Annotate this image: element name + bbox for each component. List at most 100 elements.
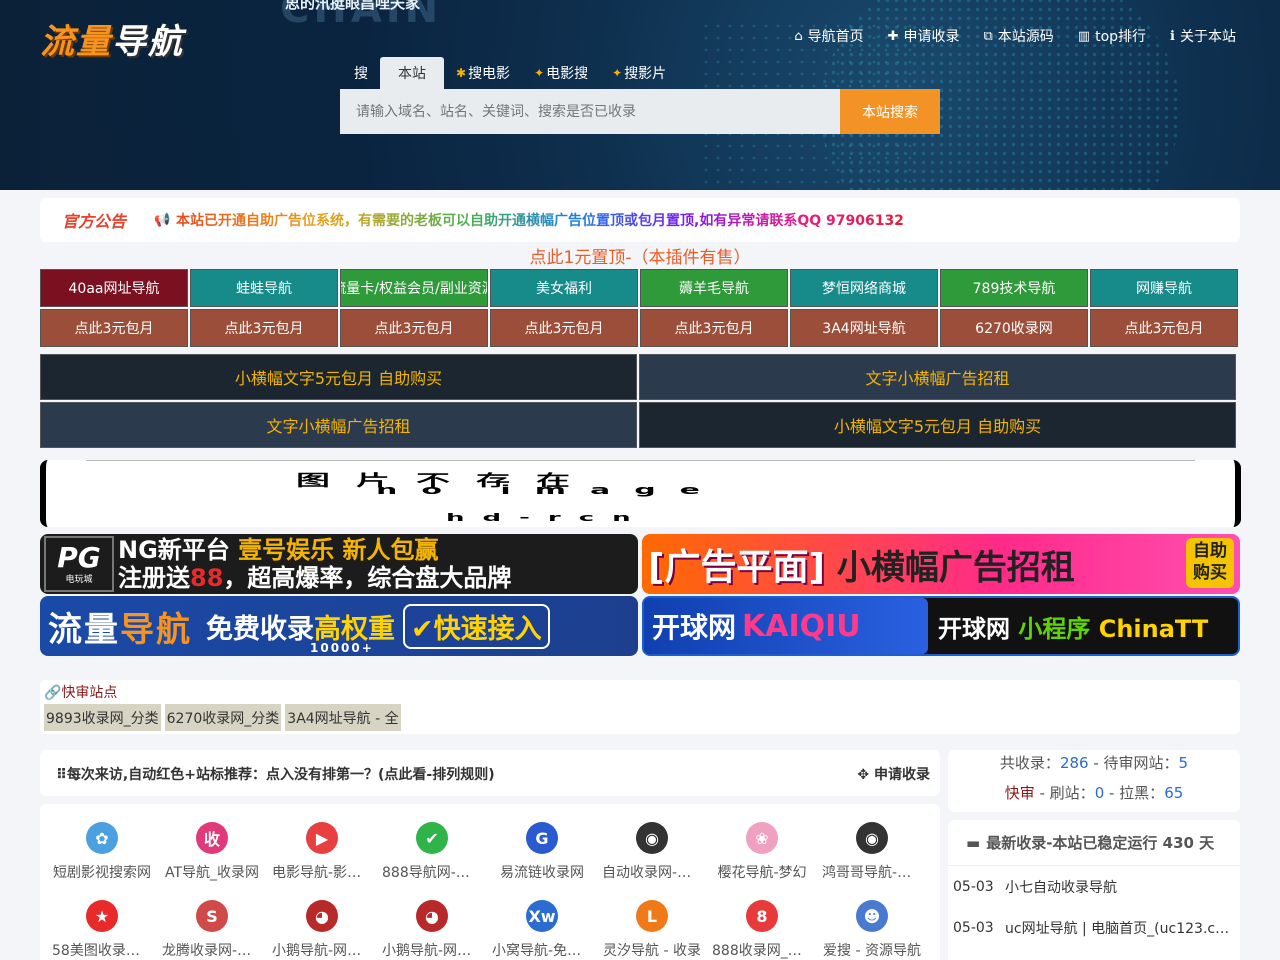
kaiqiu-text: 开球网 小程序 ChinaTT	[938, 609, 1208, 644]
pg-logo-text: PG	[57, 540, 101, 574]
site-item[interactable]: ✔ 888导航网-收录	[382, 822, 482, 882]
kaiqiu-c: 开球网	[938, 614, 1010, 643]
search-tab-4[interactable]: ✦ 搜影片	[600, 57, 678, 89]
text-ad-bar[interactable]: 小横幅文字5元包月 自助购买	[639, 402, 1236, 448]
top-nav: ⌂ 导航首页 ✚ 申请收录 ⧉ 本站源码 ▥ top排行 ℹ 关于本站	[794, 26, 1236, 46]
nav-item-label: 关于本站	[1180, 29, 1236, 45]
grid-link[interactable]: 点此3元包月	[340, 309, 488, 347]
site-item[interactable]: ✿ 短剧影视搜索网	[52, 822, 152, 882]
grid-link[interactable]: 流量卡/权益会员/副业资源	[340, 269, 488, 307]
site-item[interactable]: ◕ 小鹅导航-网址大全	[272, 900, 372, 960]
nav-item-label: 导航首页	[807, 29, 864, 45]
site-item[interactable]: ★ 58美图收录网站	[52, 900, 152, 960]
site-icon: ✔	[416, 822, 448, 854]
fast-review-tag[interactable]: 6270收录网_分类	[164, 704, 282, 731]
latest-row[interactable]: 05-03 uc网址导航 | 电脑首页_(uc123.cn)官方网站	[948, 907, 1240, 948]
grid-link[interactable]: 点此3元包月	[1090, 309, 1238, 347]
grid-link[interactable]: 789技术导航	[940, 269, 1088, 307]
latest-list: 05-03 小七自动收录导航 05-03 uc网址导航 | 电脑首页_(uc123.c…	[948, 866, 1240, 948]
site-name: 自动收录网-免费	[602, 865, 702, 881]
banner-pg[interactable]: PG 电玩城 NG新平台 壹号娱乐 新人包赢 注册送88，超高爆率，综合盘大品牌	[40, 534, 638, 594]
banner-ll-text: 免费收录高权重	[206, 607, 395, 646]
search-tab-1[interactable]: 本站	[380, 57, 444, 89]
fast-review-section: 🔗快审站点 9893收录网_分类 6270收录网_分类 3A4网址导航 - 全	[40, 680, 1240, 734]
fast-review-tag[interactable]: 9893收录网_分类	[44, 704, 161, 731]
grid-link[interactable]: 点此3元包月	[490, 309, 638, 347]
site-name: 鸿哥哥导航-网址	[822, 865, 922, 881]
pg-logo: PG 电玩城	[44, 536, 114, 592]
site-item[interactable]: 收 AT导航_收录网	[162, 822, 262, 882]
apply-link[interactable]: ✥ 申请收录	[857, 764, 930, 784]
site-item[interactable]: ◉ 鸿哥哥导航-网址	[822, 822, 922, 882]
kaiqiu-logo: 开球网 KAIQIU	[644, 598, 928, 654]
banner-kaiqiu[interactable]: 开球网 KAIQIU 开球网 小程序 ChinaTT	[642, 596, 1240, 656]
grid-link[interactable]: 蛙蛙导航	[190, 269, 338, 307]
total-count[interactable]: 286	[1060, 754, 1089, 772]
grid-link[interactable]: 40aa网址导航	[40, 269, 188, 307]
banner-pg-l2a: 注册送	[118, 564, 190, 592]
nav-item-label: 本站源码	[997, 29, 1054, 45]
site-item[interactable]: ▶ 电影导航-影视大全	[272, 822, 372, 882]
stats-line-1: 共收录：286 - 待审网站：5	[948, 750, 1240, 780]
latest-row[interactable]: 05-03 小七自动收录导航	[948, 866, 1240, 907]
banner-liuliang[interactable]: 流量导航 免费收录高权重 ✔快速接入 10000+	[40, 596, 638, 656]
text-ad-bar[interactable]: 小横幅文字5元包月 自助购买	[40, 354, 637, 400]
site-name: 小鹅导航-网址大全	[272, 943, 372, 959]
text-ad-bar[interactable]: 文字小横幅广告招租	[639, 354, 1236, 400]
site-grid: ✿ 短剧影视搜索网 收 AT导航_收录网 ▶ 电影导航-影视大全 ✔ 888导航网-收录 G 易流…	[40, 804, 940, 960]
fast-label[interactable]: 快审	[1005, 784, 1035, 802]
grid-link[interactable]: 点此3元包月	[190, 309, 338, 347]
star-icon: ✦	[534, 66, 545, 80]
site-item[interactable]: ◉ 自动收录网-免费	[602, 822, 702, 882]
search-tab-3[interactable]: ✦ 电影搜	[522, 57, 600, 89]
search-button[interactable]: 本站搜索	[840, 89, 940, 134]
nav-item-2[interactable]: ⧉ 本站源码	[984, 26, 1054, 46]
refresh-count[interactable]: 0	[1095, 784, 1105, 802]
broken-image-banner[interactable]: 图片不存在 no image hd-rcn	[40, 460, 1241, 527]
recommend-title[interactable]: ⠿每次来访,自动红色+站标推荐：点入没有排第一？(点此看-排列规则)	[56, 764, 495, 784]
text-ad-bar[interactable]: 文字小横幅广告招租	[40, 402, 637, 448]
grid-link[interactable]: 点此3元包月	[640, 309, 788, 347]
site-icon: 收	[196, 822, 228, 854]
site-item[interactable]: G 易流链收录网	[492, 822, 592, 882]
grid-icon: ⠿	[56, 767, 67, 783]
logo-white: 导航	[112, 22, 184, 62]
site-item[interactable]: L 灵汐导航 - 收录	[602, 900, 702, 960]
site-item[interactable]: Xw 小窝导航-免费收录	[492, 900, 592, 960]
pending-count[interactable]: 5	[1179, 754, 1189, 772]
site-item[interactable]: S 龙腾收录网-分类	[162, 900, 262, 960]
announcement-bar: 官方公告 📢 本站已开通自助广告位系统，有需要的老板可以自助开通横幅广告位置顶或…	[40, 198, 1240, 242]
grid-link[interactable]: 薅羊毛导航	[640, 269, 788, 307]
nav-item-0[interactable]: ⌂ 导航首页	[794, 26, 863, 46]
header-ghost-subtitle: 思的汛挺眼昌哩夫家	[285, 0, 421, 12]
grid-link[interactable]: 网赚导航	[1090, 269, 1238, 307]
announcement-text[interactable]: 本站已开通自助广告位系统，有需要的老板可以自助开通横幅广告位置顶或包月置顶,如有…	[176, 210, 904, 230]
search-tab-0[interactable]: 搜	[342, 57, 380, 89]
black-count[interactable]: 65	[1164, 784, 1183, 802]
site-item[interactable]: 8 888收录网_分类	[712, 900, 812, 960]
grid-link[interactable]: 梦恒网络商城	[790, 269, 938, 307]
site-icon: ◉	[856, 822, 888, 854]
grid-link[interactable]: 美女福利	[490, 269, 638, 307]
site-item[interactable]: ☻ 爱搜 - 资源导航	[822, 900, 922, 960]
grid-link[interactable]: 6270收录网	[940, 309, 1088, 347]
search-input[interactable]	[340, 89, 840, 134]
grid-link[interactable]: 3A4网址导航	[790, 309, 938, 347]
latest-header: ▬ 最新收录-本站已稳定运行 430 天	[948, 820, 1240, 866]
site-logo[interactable]: 流量导航	[40, 14, 184, 63]
no-image-text-en: no image	[376, 483, 725, 497]
text-ad-bars: 小横幅文字5元包月 自助购买 文字小横幅广告招租 文字小横幅广告招租 小横幅文字…	[40, 354, 1236, 448]
search-tab-label: 本站	[398, 66, 426, 82]
site-item[interactable]: ◕ 小鹅导航-网址收录	[382, 900, 482, 960]
nav-item-4[interactable]: ℹ 关于本站	[1170, 26, 1236, 46]
fast-review-tag[interactable]: 3A4网址导航 - 全	[285, 704, 401, 731]
search-tab-2[interactable]: ✱ 搜电影	[444, 57, 522, 89]
pin-top-link[interactable]: 点此1元置顶-（本插件有售）	[0, 243, 1280, 268]
nav-item-3[interactable]: ▥ top排行	[1078, 26, 1146, 46]
site-icon: Xw	[526, 900, 558, 932]
latest-box: ▬ 最新收录-本站已稳定运行 430 天 05-03 小七自动收录导航 05-03 uc…	[948, 820, 1240, 960]
banner-ad-rent[interactable]: [广告平面] 小横幅广告招租 自助购买	[642, 534, 1240, 594]
nav-item-1[interactable]: ✚ 申请收录	[888, 26, 960, 46]
site-item[interactable]: ❀ 樱花导航-梦幻	[712, 822, 812, 882]
grid-link[interactable]: 点此3元包月	[40, 309, 188, 347]
